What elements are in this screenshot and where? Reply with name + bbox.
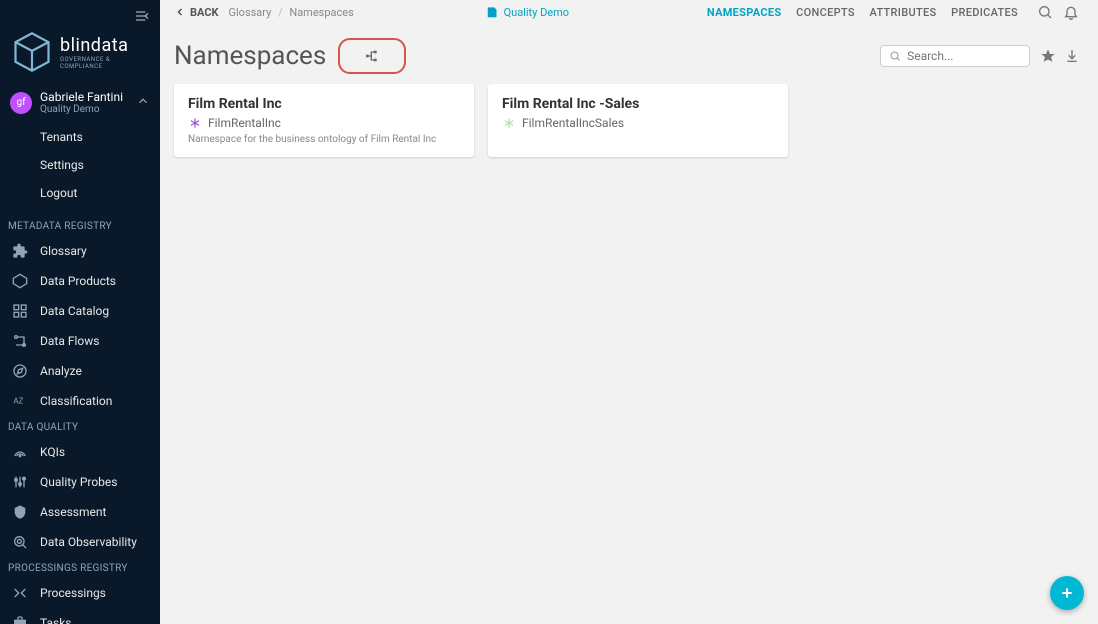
svg-text:AZ: AZ	[13, 397, 23, 406]
card-title: Film Rental Inc	[188, 96, 460, 112]
nav-analyze[interactable]: Analyze	[0, 356, 160, 386]
card-title: Film Rental Inc -Sales	[502, 96, 774, 112]
page-header: Namespaces	[160, 24, 1098, 84]
signal-icon	[10, 444, 30, 460]
hexagon-icon	[10, 273, 30, 289]
tenant-chip[interactable]: Quality Demo	[486, 5, 569, 19]
avatar: gf	[10, 92, 32, 114]
top-tabs: NAMESPACES CONCEPTS ATTRIBUTES PREDICATE…	[701, 6, 1024, 19]
menu-settings[interactable]: Settings	[0, 151, 160, 179]
tab-attributes[interactable]: ATTRIBUTES	[870, 6, 937, 19]
card-code: FilmRentalInc	[208, 116, 281, 130]
compass-icon	[10, 363, 30, 379]
breadcrumb: Glossary / Namespaces	[229, 6, 354, 19]
crumb-glossary[interactable]: Glossary	[229, 6, 272, 19]
section-processings-registry: PROCESSINGS REGISTRY	[0, 557, 160, 578]
search-input[interactable]	[907, 49, 1021, 63]
nav-data-flows[interactable]: Data Flows	[0, 326, 160, 356]
nav-data-products[interactable]: Data Products	[0, 266, 160, 296]
nav-glossary[interactable]: Glossary	[0, 236, 160, 266]
nav-data-catalog[interactable]: Data Catalog	[0, 296, 160, 326]
namespace-card[interactable]: Film Rental Inc FilmRentalInc Namespace …	[174, 84, 474, 157]
asterisk-icon	[502, 116, 516, 130]
sliders-icon	[10, 474, 30, 490]
user-name: Gabriele Fantini	[40, 90, 136, 104]
menu-logout[interactable]: Logout	[0, 179, 160, 207]
menu-tenants[interactable]: Tenants	[0, 123, 160, 151]
tab-concepts[interactable]: CONCEPTS	[796, 6, 855, 19]
cards-container: Film Rental Inc FilmRentalInc Namespace …	[160, 84, 1098, 171]
card-code: FilmRentalIncSales	[522, 116, 624, 130]
observability-icon	[10, 534, 30, 550]
processings-icon	[10, 585, 30, 601]
search-box[interactable]	[880, 45, 1030, 67]
user-tenant: Quality Demo	[40, 104, 136, 115]
nav-classification[interactable]: AZClassification	[0, 386, 160, 416]
flow-icon	[10, 333, 30, 349]
notifications-icon[interactable]	[1063, 4, 1079, 20]
search-icon	[889, 49, 901, 63]
main: BACK Glossary / Namespaces Quality Demo …	[160, 0, 1098, 624]
nav-assessment[interactable]: Assessment	[0, 497, 160, 527]
shield-check-icon	[10, 504, 30, 520]
namespace-card[interactable]: Film Rental Inc -Sales FilmRentalIncSale…	[488, 84, 788, 157]
briefcase-icon	[10, 615, 30, 624]
brand-logo[interactable]: blindata GOVERNANCE & COMPLIANCE	[0, 30, 160, 84]
sidebar: blindata GOVERNANCE & COMPLIANCE gf Gabr…	[0, 0, 160, 624]
favorite-button[interactable]	[1040, 48, 1056, 64]
puzzle-icon	[10, 243, 30, 259]
graph-view-button[interactable]	[338, 38, 406, 74]
sidebar-collapse-button[interactable]	[134, 8, 150, 24]
section-data-quality: DATA QUALITY	[0, 416, 160, 437]
section-metadata-registry: METADATA REGISTRY	[0, 215, 160, 236]
nav-quality-probes[interactable]: Quality Probes	[0, 467, 160, 497]
card-description: Namespace for the business ontology of F…	[188, 134, 460, 145]
brand-tagline: GOVERNANCE & COMPLIANCE	[60, 56, 150, 70]
chevron-up-icon	[136, 94, 150, 112]
add-fab-button[interactable]	[1050, 576, 1084, 610]
topbar: BACK Glossary / Namespaces Quality Demo …	[160, 0, 1098, 24]
asterisk-icon	[188, 116, 202, 130]
nav-kqis[interactable]: KQIs	[0, 437, 160, 467]
user-block[interactable]: gf Gabriele Fantini Quality Demo	[0, 84, 160, 121]
nav-tasks[interactable]: Tasks	[0, 608, 160, 624]
crumb-namespaces[interactable]: Namespaces	[289, 6, 353, 19]
download-button[interactable]	[1064, 48, 1080, 64]
nav-data-observability[interactable]: Data Observability	[0, 527, 160, 557]
nav-processings[interactable]: Processings	[0, 578, 160, 608]
back-button[interactable]: BACK	[174, 6, 219, 19]
grid-icon	[10, 303, 30, 319]
page-title: Namespaces	[174, 41, 326, 71]
brand-name: blindata	[60, 35, 150, 56]
az-icon: AZ	[10, 393, 30, 409]
tab-predicates[interactable]: PREDICATES	[951, 6, 1018, 19]
top-search-icon[interactable]	[1037, 4, 1053, 20]
tab-namespaces[interactable]: NAMESPACES	[707, 6, 782, 19]
